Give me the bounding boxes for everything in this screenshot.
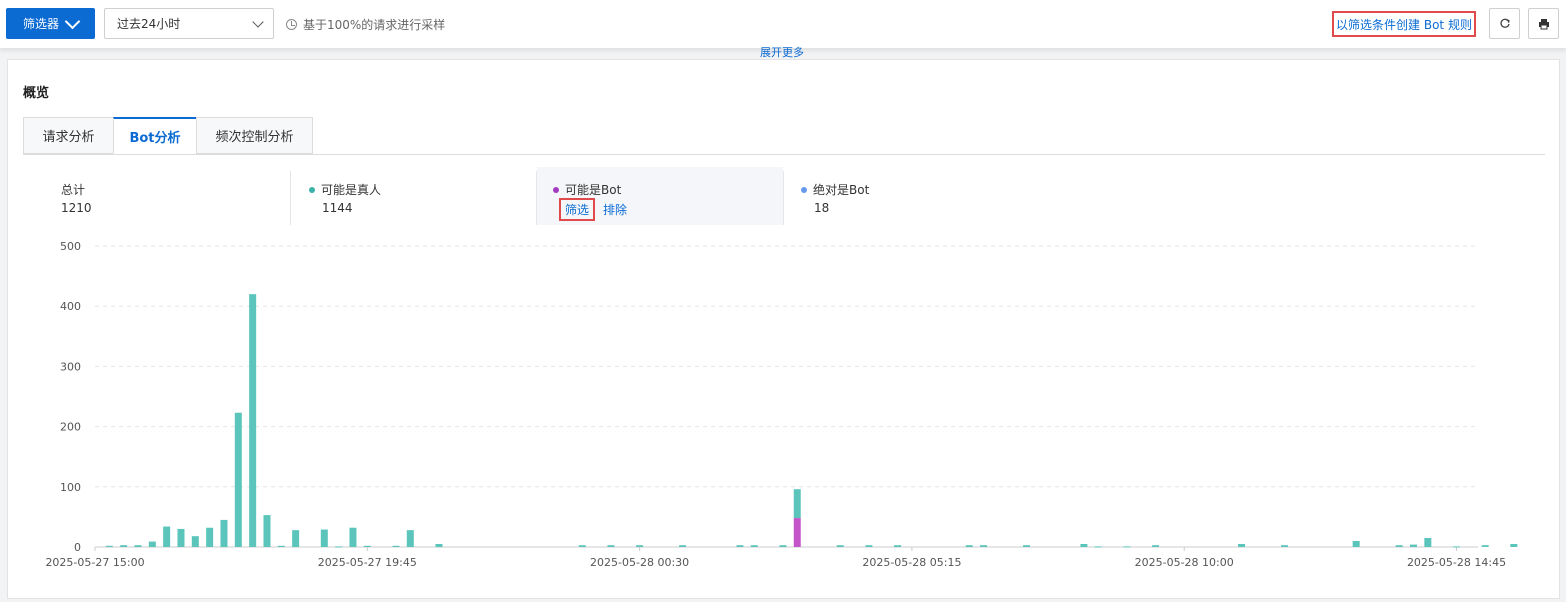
bar-likely-human	[1152, 545, 1160, 547]
bar-likely-human	[578, 545, 586, 547]
bar-likely-human	[1352, 540, 1360, 547]
bot-analysis-chart: 0 100 200 300 400 500 2025-05-27 15:00 2025-05-…	[45, 240, 1518, 569]
bar-likely-human	[1481, 545, 1489, 547]
x-tick-label: 2025-05-28 10:00	[1135, 556, 1234, 569]
y-tick-label: 0	[74, 541, 81, 554]
bar-likely-human	[163, 526, 171, 547]
y-tick-label: 500	[60, 240, 81, 253]
bar-likely-human	[1080, 543, 1088, 547]
x-tick-label: 2025-05-27 19:45	[318, 556, 417, 569]
bar-likely-human	[1238, 543, 1246, 547]
bar-likely-human	[1410, 544, 1418, 547]
x-tick-label: 2025-05-28 14:45	[1407, 556, 1506, 569]
bar-likely-human	[679, 545, 687, 547]
bar-likely-human	[750, 545, 758, 547]
bar-likely-human	[349, 527, 357, 547]
bar-likely-human	[836, 545, 844, 547]
bar-likely-human	[234, 412, 242, 547]
bar-likely-human	[406, 530, 414, 547]
bar-likely-human	[320, 529, 328, 547]
bar-likely-human	[1281, 545, 1289, 547]
bar-likely-human	[220, 519, 228, 547]
bar-likely-human	[191, 536, 199, 547]
bar-likely-human	[865, 545, 873, 547]
bar-likely-human	[177, 528, 185, 547]
bar-likely-human	[636, 545, 644, 547]
bar-likely-human	[435, 543, 443, 547]
bar-likely-human	[206, 527, 214, 547]
bar-likely-human	[1510, 543, 1518, 547]
bar-likely-human	[335, 546, 343, 548]
bar-likely-human	[894, 545, 902, 547]
x-tick-label: 2025-05-27 15:00	[45, 556, 144, 569]
bar-likely-human	[1395, 545, 1403, 547]
bar-likely-human	[1023, 545, 1031, 547]
bar-likely-human	[965, 545, 973, 547]
bar-likely-human	[1094, 546, 1102, 548]
bar-likely-human	[249, 294, 257, 547]
bar-likely-human	[134, 545, 142, 547]
bar-likely-human	[1424, 537, 1432, 547]
x-tick-label: 2025-05-28 05:15	[862, 556, 961, 569]
y-tick-label: 400	[60, 300, 81, 313]
bar-likely-human	[120, 545, 128, 547]
bar-likely-human	[105, 545, 113, 547]
bar-likely-human	[277, 545, 285, 547]
bar-likely-human	[392, 545, 400, 547]
bar-likely-human	[779, 545, 787, 547]
bar-likely-human	[1453, 546, 1461, 548]
bar-likely-bot	[793, 518, 801, 547]
bar-likely-human	[292, 530, 300, 547]
bar-likely-human	[263, 515, 271, 547]
bar-likely-human	[1123, 546, 1131, 548]
bar-likely-human	[793, 489, 801, 519]
bar-likely-human	[607, 545, 615, 547]
x-tick-label: 2025-05-28 00:30	[590, 556, 689, 569]
bar-likely-human	[980, 545, 988, 547]
y-tick-label: 100	[60, 481, 81, 494]
y-tick-label: 200	[60, 421, 81, 434]
y-tick-label: 300	[60, 360, 81, 373]
bar-likely-human	[736, 545, 744, 547]
bar-likely-human	[363, 545, 371, 547]
bar-likely-human	[148, 541, 156, 547]
